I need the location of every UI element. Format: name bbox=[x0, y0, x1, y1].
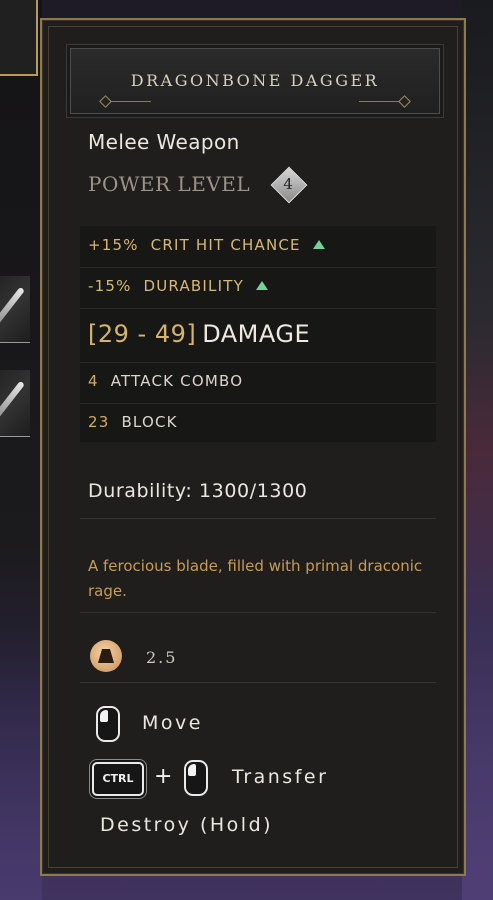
stat-value: -15% bbox=[88, 277, 132, 295]
item-type: Melee Weapon bbox=[88, 130, 240, 154]
title-ornament-line bbox=[359, 101, 399, 102]
plus-sign: + bbox=[154, 764, 173, 789]
destroy-action-label: Destroy (Hold) bbox=[100, 814, 274, 836]
stat-value: 23 bbox=[88, 413, 110, 431]
power-level-badge: 4 bbox=[270, 166, 308, 204]
move-action-label: Move bbox=[142, 712, 203, 734]
flavor-text: A ferocious blade, filled with primal dr… bbox=[88, 557, 423, 600]
dagger-icon bbox=[0, 286, 25, 326]
stat-value: 4 bbox=[88, 372, 99, 390]
mouse-left-icon bbox=[96, 706, 120, 742]
divider bbox=[80, 612, 436, 613]
inventory-slot-selected[interactable] bbox=[0, 0, 38, 76]
stat-row-perk: +15% CRIT HIT CHANCE bbox=[80, 226, 436, 268]
stat-label: BLOCK bbox=[121, 413, 178, 431]
weight-value: 2.5 bbox=[146, 648, 178, 667]
upgrade-arrow-icon bbox=[255, 281, 268, 290]
damage-label: DAMAGE bbox=[202, 320, 311, 348]
durability-text: Durability: 1300/1300 bbox=[88, 480, 308, 502]
weight-icon bbox=[90, 640, 122, 672]
stat-row-perk: -15% DURABILITY bbox=[80, 267, 436, 309]
inventory-slot-dagger[interactable] bbox=[0, 370, 30, 437]
transfer-action-label: Transfer bbox=[232, 766, 329, 788]
damage-value: [29 - 49] bbox=[88, 320, 197, 348]
power-level-value: 4 bbox=[283, 175, 293, 193]
item-name: DRAGONBONE DAGGER bbox=[130, 71, 380, 90]
title-ornament-line bbox=[111, 101, 151, 102]
mouse-left-icon bbox=[184, 760, 208, 796]
dagger-icon bbox=[0, 380, 25, 420]
item-title-plate: DRAGONBONE DAGGER bbox=[70, 48, 440, 114]
stat-row-damage: [29 - 49] DAMAGE bbox=[80, 308, 436, 363]
stats-panel: +15% CRIT HIT CHANCE -15% DURABILITY [29… bbox=[80, 226, 436, 442]
power-level-label: POWER LEVEL bbox=[88, 172, 251, 196]
divider bbox=[80, 518, 436, 519]
divider bbox=[80, 682, 436, 683]
item-tooltip: DRAGONBONE DAGGER Melee Weapon POWER LEV… bbox=[40, 18, 466, 876]
stat-label: DURABILITY bbox=[143, 277, 244, 295]
upgrade-arrow-icon bbox=[312, 240, 325, 249]
ctrl-key-icon: CTRL bbox=[92, 762, 144, 796]
stat-row: 4 ATTACK COMBO bbox=[80, 362, 436, 404]
title-ornament-icon bbox=[99, 95, 112, 108]
title-ornament-icon bbox=[398, 95, 411, 108]
stat-row: 23 BLOCK bbox=[80, 403, 436, 444]
stat-label: CRIT HIT CHANCE bbox=[150, 236, 301, 254]
inventory-slot-dagger[interactable] bbox=[0, 276, 30, 343]
stat-label: ATTACK COMBO bbox=[110, 372, 244, 390]
stat-value: +15% bbox=[88, 236, 139, 254]
